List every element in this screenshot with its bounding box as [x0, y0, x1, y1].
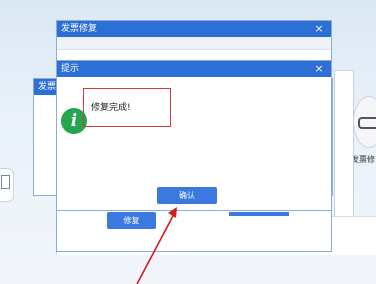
side-panel [334, 70, 354, 220]
prompt-dialog: 提示 × i 修复完成! 确认 [56, 60, 332, 211]
prompt-message: 修复完成! [91, 103, 131, 113]
dialog-titlebar: 发票修复 × [57, 21, 331, 37]
close-icon[interactable]: × [314, 61, 324, 77]
dialog-title: 发票修复 [61, 24, 98, 34]
desktop-app-icon-left[interactable] [0, 168, 14, 202]
secondary-button[interactable] [229, 212, 289, 216]
close-icon[interactable]: × [314, 21, 324, 37]
prompt-titlebar: 提示 × [57, 61, 331, 77]
repair-button[interactable]: 修复 [107, 212, 156, 229]
prompt-title: 提示 [61, 64, 80, 74]
confirm-button[interactable]: 确认 [157, 187, 217, 204]
right-app-label: 发票修 [351, 155, 375, 164]
chain-icon [358, 117, 376, 129]
